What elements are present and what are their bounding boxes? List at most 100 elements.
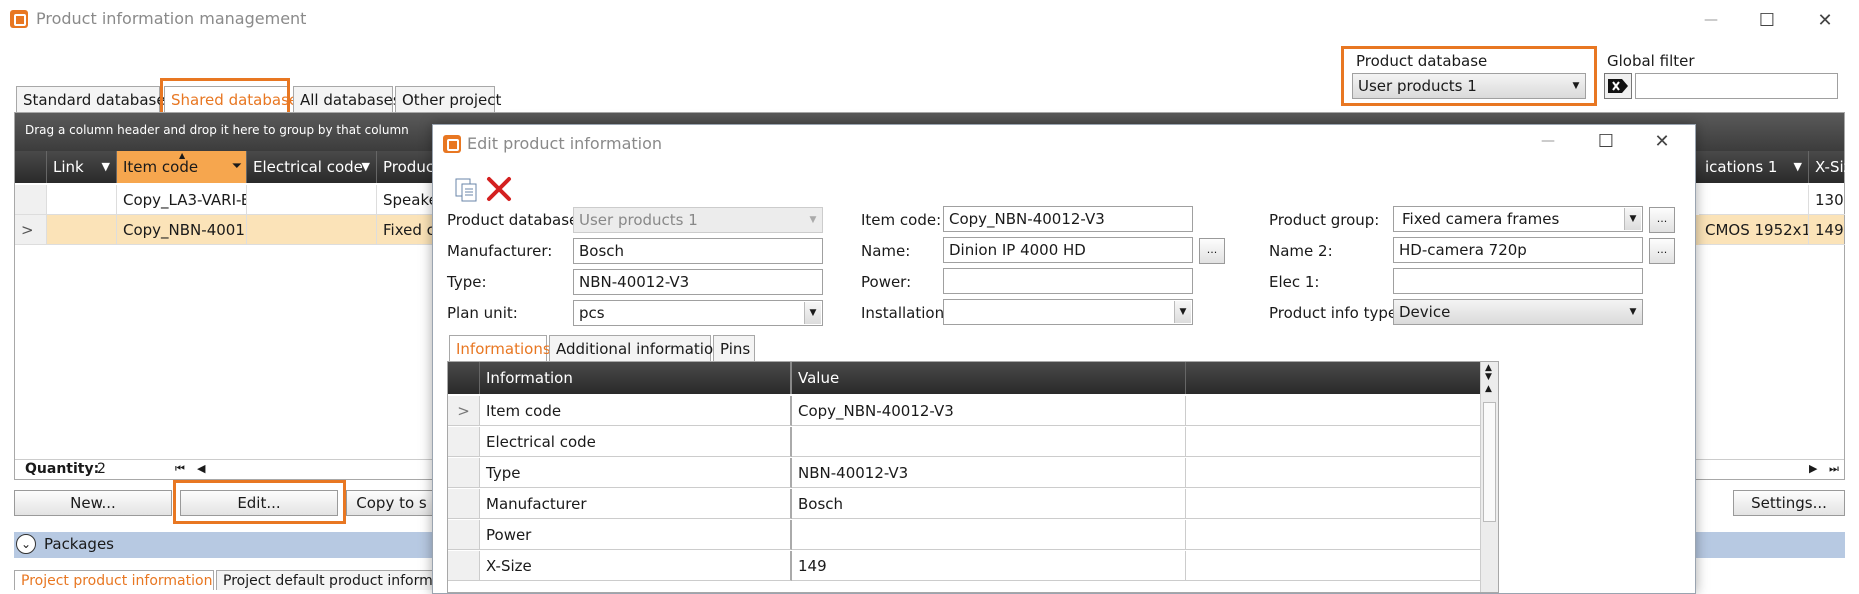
filter-icon[interactable]: ▼: [102, 151, 110, 183]
plan-unit-select[interactable]: pcs ▼: [573, 300, 823, 326]
close-button[interactable]: ✕: [1802, 2, 1848, 38]
tab-other-project[interactable]: Other project: [395, 86, 501, 112]
cell-electrical-code[interactable]: [247, 215, 377, 245]
new-button[interactable]: New...: [14, 490, 172, 516]
cell-specifications[interactable]: CMOS 1952x1: [1699, 215, 1809, 245]
cell-item-code[interactable]: Copy_NBN-40012: [117, 215, 247, 245]
cell-electrical-code[interactable]: [247, 185, 377, 215]
column-header-electrical-code[interactable]: Electrical code ▼: [247, 151, 377, 183]
table-row[interactable]: Manufacturer Bosch: [448, 489, 1480, 520]
cell-link[interactable]: [47, 185, 117, 215]
row-selector[interactable]: >: [448, 396, 480, 426]
type-input[interactable]: NBN-40012-V3: [573, 269, 823, 295]
column-header-link[interactable]: Link ▼: [47, 151, 117, 183]
dialog-maximize-button[interactable]: ☐: [1583, 123, 1629, 159]
column-header-value[interactable]: Value: [792, 362, 1186, 394]
cell-value[interactable]: Copy_NBN-40012-V3: [792, 396, 1186, 426]
tab-project-product-information[interactable]: Project product information: [14, 570, 214, 590]
info-table-header: Information Value: [448, 362, 1480, 394]
table-row[interactable]: > Item code Copy_NBN-40012-V3: [448, 396, 1480, 427]
cell-value[interactable]: Bosch: [792, 489, 1186, 519]
scroll-thumb[interactable]: [1483, 402, 1496, 522]
filter-icon[interactable]: ▼: [1794, 151, 1802, 183]
cell-information[interactable]: X-Size: [480, 551, 792, 581]
row-selector[interactable]: [448, 551, 480, 581]
tab-informations[interactable]: Informations: [449, 335, 551, 361]
cell-value[interactable]: [792, 520, 1186, 550]
cell-information[interactable]: Manufacturer: [480, 489, 792, 519]
scroll-left-icon[interactable]: ◀: [197, 462, 205, 475]
scroll-top-icon[interactable]: ▲ ▼: [1485, 364, 1492, 382]
manufacturer-input[interactable]: Bosch: [573, 238, 823, 264]
chevron-down-icon[interactable]: ▼: [1624, 208, 1641, 230]
window-title-bar: Product information management — ☐ ✕: [0, 0, 1859, 40]
cell-link[interactable]: [47, 215, 117, 245]
chevron-down-icon[interactable]: ▼: [804, 302, 821, 324]
elec1-input[interactable]: [1393, 268, 1643, 294]
cell-specifications[interactable]: [1699, 185, 1809, 215]
copy-button[interactable]: Copy to s: [346, 490, 436, 516]
scroll-right-icon[interactable]: ▶: [1809, 462, 1817, 475]
clear-filter-button[interactable]: [1604, 73, 1632, 99]
product-group-select[interactable]: Fixed camera frames ▼: [1393, 206, 1643, 232]
column-header-x-size[interactable]: X-Size: [1809, 151, 1849, 183]
settings-button[interactable]: Settings...: [1733, 490, 1845, 516]
dialog-minimize-button[interactable]: —: [1525, 123, 1571, 159]
chevron-down-icon[interactable]: ▼: [1625, 301, 1641, 323]
vertical-scrollbar[interactable]: ▲ ▼ ▲: [1480, 362, 1498, 592]
column-header-specifications-label: ications 1: [1705, 158, 1778, 176]
cell-value[interactable]: NBN-40012-V3: [792, 458, 1186, 488]
filter-icon[interactable]: ⏷: [232, 151, 242, 183]
tab-additional-information[interactable]: Additional information: [549, 335, 723, 361]
column-header-specifications[interactable]: ications 1 ▼: [1699, 151, 1809, 183]
scroll-up-icon[interactable]: ▲: [1485, 384, 1492, 394]
row-selector[interactable]: [15, 185, 47, 215]
table-row[interactable]: X-Size 149: [448, 551, 1480, 582]
name2-input[interactable]: HD-camera 720p: [1393, 237, 1643, 263]
column-header-item-code[interactable]: Item code ▲ ⏷: [117, 151, 247, 183]
name2-browse-button[interactable]: ...: [1649, 238, 1675, 264]
tab-all-databases[interactable]: All databases: [293, 86, 401, 112]
chevron-down-icon[interactable]: ▼: [1174, 301, 1191, 323]
row-selector[interactable]: [448, 520, 480, 550]
product-database-select[interactable]: User products 1 ▼: [1352, 73, 1586, 99]
row-selector[interactable]: [448, 458, 480, 488]
row-selector[interactable]: >: [15, 215, 47, 245]
cell-x-size[interactable]: 130: [1809, 185, 1845, 215]
scroll-last-icon[interactable]: ⏭: [1829, 462, 1839, 476]
cell-x-size[interactable]: 149: [1809, 215, 1845, 245]
cell-value[interactable]: [792, 427, 1186, 457]
name-input[interactable]: Dinion IP 4000 HD: [943, 237, 1193, 263]
minimize-button[interactable]: —: [1688, 2, 1734, 38]
tab-standard-databases[interactable]: Standard databases: [16, 86, 173, 112]
name-browse-button[interactable]: ...: [1199, 238, 1225, 264]
cell-information[interactable]: Power: [480, 520, 792, 550]
copy-icon[interactable]: [453, 177, 479, 207]
cell-information[interactable]: Electrical code: [480, 427, 792, 457]
product-info-type-select[interactable]: Device ▼: [1393, 299, 1643, 325]
cell-empty: [1186, 396, 1480, 426]
installation-select[interactable]: ▼: [943, 299, 1193, 325]
cell-item-code[interactable]: Copy_LA3-VARI-B: [117, 185, 247, 215]
tab-project-default-product-information[interactable]: Project default product informat: [216, 570, 447, 590]
product-group-browse-button[interactable]: ...: [1649, 207, 1675, 233]
cell-information[interactable]: Item code: [480, 396, 792, 426]
delete-icon[interactable]: [485, 175, 513, 207]
power-input[interactable]: [943, 268, 1193, 294]
column-header-information[interactable]: Information: [480, 362, 792, 394]
row-selector[interactable]: [448, 427, 480, 457]
scroll-first-icon[interactable]: ⏮: [175, 462, 185, 476]
table-row[interactable]: Type NBN-40012-V3: [448, 458, 1480, 489]
cell-information[interactable]: Type: [480, 458, 792, 488]
expand-icon[interactable]: ⌄: [16, 534, 36, 554]
tab-pins[interactable]: Pins: [713, 335, 755, 361]
dialog-close-button[interactable]: ✕: [1639, 123, 1685, 159]
table-row[interactable]: Power: [448, 520, 1480, 551]
table-row[interactable]: Electrical code: [448, 427, 1480, 458]
global-filter-input[interactable]: [1635, 73, 1838, 99]
cell-value[interactable]: 149: [792, 551, 1186, 581]
maximize-button[interactable]: ☐: [1744, 2, 1790, 38]
item-code-input[interactable]: Copy_NBN-40012-V3: [943, 206, 1193, 232]
filter-icon[interactable]: ▼: [362, 151, 370, 183]
row-selector[interactable]: [448, 489, 480, 519]
